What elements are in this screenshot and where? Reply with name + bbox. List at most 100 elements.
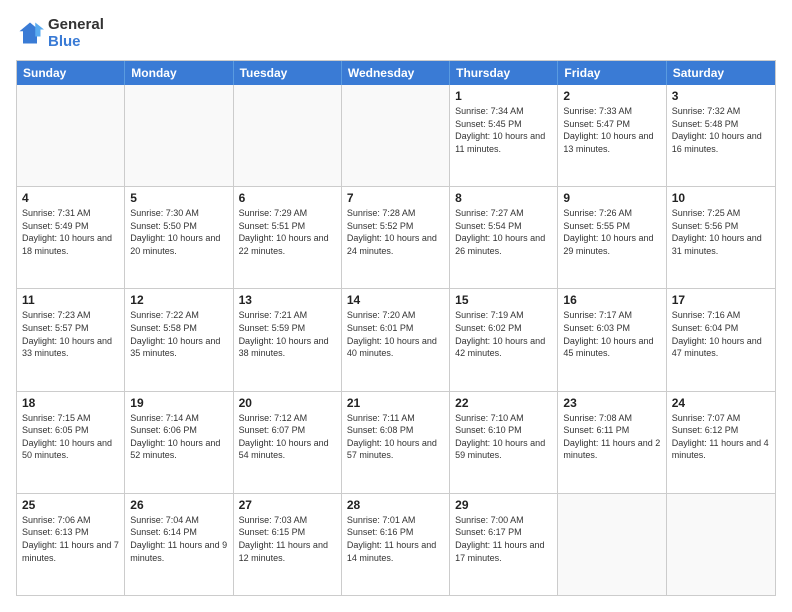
calendar-cell: 7 Sunrise: 7:28 AMSunset: 5:52 PMDaylight… xyxy=(342,187,450,288)
day-number: 2 xyxy=(563,89,660,103)
calendar-cell xyxy=(234,85,342,186)
day-number: 3 xyxy=(672,89,770,103)
calendar-header-cell: Friday xyxy=(558,61,666,85)
day-number: 26 xyxy=(130,498,227,512)
day-info: Sunrise: 7:23 AMSunset: 5:57 PMDaylight:… xyxy=(22,309,119,359)
day-number: 25 xyxy=(22,498,119,512)
day-number: 10 xyxy=(672,191,770,205)
calendar-cell xyxy=(667,494,775,595)
calendar-cell: 11 Sunrise: 7:23 AMSunset: 5:57 PMDayligh… xyxy=(17,289,125,390)
calendar-week: 25 Sunrise: 7:06 AMSunset: 6:13 PMDayligh… xyxy=(17,494,775,595)
day-number: 29 xyxy=(455,498,552,512)
day-number: 22 xyxy=(455,396,552,410)
calendar-cell: 2 Sunrise: 7:33 AMSunset: 5:47 PMDaylight… xyxy=(558,85,666,186)
calendar-header-cell: Saturday xyxy=(667,61,775,85)
day-number: 8 xyxy=(455,191,552,205)
calendar-cell: 16 Sunrise: 7:17 AMSunset: 6:03 PMDayligh… xyxy=(558,289,666,390)
calendar-cell: 12Sunrise: 7:22 AMSunset: 5:58 PMDayligh… xyxy=(125,289,233,390)
calendar-header-cell: Sunday xyxy=(17,61,125,85)
calendar-cell: 6 Sunrise: 7:29 AMSunset: 5:51 PMDaylight… xyxy=(234,187,342,288)
calendar-cell: 8 Sunrise: 7:27 AMSunset: 5:54 PMDaylight… xyxy=(450,187,558,288)
day-number: 13 xyxy=(239,293,336,307)
day-info: Sunrise: 7:34 AMSunset: 5:45 PMDaylight:… xyxy=(455,105,552,155)
calendar-header-cell: Tuesday xyxy=(234,61,342,85)
calendar-week: 11 Sunrise: 7:23 AMSunset: 5:57 PMDayligh… xyxy=(17,289,775,391)
calendar-cell xyxy=(342,85,450,186)
header: General Blue xyxy=(16,16,776,50)
calendar-cell: 21Sunrise: 7:11 AMSunset: 6:08 PMDayligh… xyxy=(342,392,450,493)
day-number: 19 xyxy=(130,396,227,410)
day-number: 18 xyxy=(22,396,119,410)
day-info: Sunrise: 7:08 AMSunset: 6:11 PMDaylight:… xyxy=(563,412,660,462)
calendar-cell: 23 Sunrise: 7:08 AMSunset: 6:11 PMDayligh… xyxy=(558,392,666,493)
calendar-cell: 25 Sunrise: 7:06 AMSunset: 6:13 PMDayligh… xyxy=(17,494,125,595)
logo-icon xyxy=(16,19,44,47)
day-number: 5 xyxy=(130,191,227,205)
day-number: 4 xyxy=(22,191,119,205)
day-number: 6 xyxy=(239,191,336,205)
calendar-cell: 22Sunrise: 7:10 AMSunset: 6:10 PMDayligh… xyxy=(450,392,558,493)
day-info: Sunrise: 7:21 AMSunset: 5:59 PMDaylight:… xyxy=(239,309,336,359)
logo-text: General Blue xyxy=(48,16,104,50)
day-info: Sunrise: 7:12 AMSunset: 6:07 PMDaylight:… xyxy=(239,412,336,462)
day-info: Sunrise: 7:14 AMSunset: 6:06 PMDaylight:… xyxy=(130,412,227,462)
day-number: 24 xyxy=(672,396,770,410)
day-number: 28 xyxy=(347,498,444,512)
day-info: Sunrise: 7:00 AMSunset: 6:17 PMDaylight:… xyxy=(455,514,552,564)
day-info: Sunrise: 7:15 AMSunset: 6:05 PMDaylight:… xyxy=(22,412,119,462)
calendar-cell: 24 Sunrise: 7:07 AMSunset: 6:12 PMDayligh… xyxy=(667,392,775,493)
day-info: Sunrise: 7:26 AMSunset: 5:55 PMDaylight:… xyxy=(563,207,660,257)
day-number: 20 xyxy=(239,396,336,410)
calendar-cell: 3Sunrise: 7:32 AMSunset: 5:48 PMDaylight… xyxy=(667,85,775,186)
logo: General Blue xyxy=(16,16,104,50)
calendar-header-cell: Wednesday xyxy=(342,61,450,85)
day-info: Sunrise: 7:33 AMSunset: 5:47 PMDaylight:… xyxy=(563,105,660,155)
day-info: Sunrise: 7:30 AMSunset: 5:50 PMDaylight:… xyxy=(130,207,227,257)
calendar-cell: 26 Sunrise: 7:04 AMSunset: 6:14 PMDayligh… xyxy=(125,494,233,595)
calendar-week: 4 Sunrise: 7:31 AMSunset: 5:49 PMDaylight… xyxy=(17,187,775,289)
day-info: Sunrise: 7:31 AMSunset: 5:49 PMDaylight:… xyxy=(22,207,119,257)
day-info: Sunrise: 7:25 AMSunset: 5:56 PMDaylight:… xyxy=(672,207,770,257)
day-number: 9 xyxy=(563,191,660,205)
calendar-cell: 20 Sunrise: 7:12 AMSunset: 6:07 PMDayligh… xyxy=(234,392,342,493)
day-info: Sunrise: 7:29 AMSunset: 5:51 PMDaylight:… xyxy=(239,207,336,257)
calendar-cell: 18 Sunrise: 7:15 AMSunset: 6:05 PMDayligh… xyxy=(17,392,125,493)
day-info: Sunrise: 7:01 AMSunset: 6:16 PMDaylight:… xyxy=(347,514,444,564)
day-info: Sunrise: 7:04 AMSunset: 6:14 PMDaylight:… xyxy=(130,514,227,564)
calendar-cell: 5 Sunrise: 7:30 AMSunset: 5:50 PMDaylight… xyxy=(125,187,233,288)
calendar-cell: 10 Sunrise: 7:25 AMSunset: 5:56 PMDayligh… xyxy=(667,187,775,288)
day-number: 16 xyxy=(563,293,660,307)
day-number: 11 xyxy=(22,293,119,307)
calendar-cell: 4 Sunrise: 7:31 AMSunset: 5:49 PMDaylight… xyxy=(17,187,125,288)
calendar-body: 1 Sunrise: 7:34 AMSunset: 5:45 PMDaylight… xyxy=(17,85,775,595)
calendar-cell: 14Sunrise: 7:20 AMSunset: 6:01 PMDayligh… xyxy=(342,289,450,390)
calendar-cell: 28 Sunrise: 7:01 AMSunset: 6:16 PMDayligh… xyxy=(342,494,450,595)
calendar-header-cell: Monday xyxy=(125,61,233,85)
calendar-cell xyxy=(17,85,125,186)
calendar-header: SundayMondayTuesdayWednesdayThursdayFrid… xyxy=(17,61,775,85)
calendar-cell: 13 Sunrise: 7:21 AMSunset: 5:59 PMDayligh… xyxy=(234,289,342,390)
day-info: Sunrise: 7:19 AMSunset: 6:02 PMDaylight:… xyxy=(455,309,552,359)
day-number: 23 xyxy=(563,396,660,410)
day-info: Sunrise: 7:17 AMSunset: 6:03 PMDaylight:… xyxy=(563,309,660,359)
day-number: 15 xyxy=(455,293,552,307)
day-number: 12 xyxy=(130,293,227,307)
calendar-cell xyxy=(125,85,233,186)
day-info: Sunrise: 7:27 AMSunset: 5:54 PMDaylight:… xyxy=(455,207,552,257)
calendar-week: 1 Sunrise: 7:34 AMSunset: 5:45 PMDaylight… xyxy=(17,85,775,187)
day-number: 7 xyxy=(347,191,444,205)
day-info: Sunrise: 7:03 AMSunset: 6:15 PMDaylight:… xyxy=(239,514,336,564)
page: General Blue SundayMondayTuesdayWednesda… xyxy=(0,0,792,612)
day-info: Sunrise: 7:11 AMSunset: 6:08 PMDaylight:… xyxy=(347,412,444,462)
day-number: 1 xyxy=(455,89,552,103)
day-info: Sunrise: 7:07 AMSunset: 6:12 PMDaylight:… xyxy=(672,412,770,462)
calendar-cell: 17 Sunrise: 7:16 AMSunset: 6:04 PMDayligh… xyxy=(667,289,775,390)
day-info: Sunrise: 7:06 AMSunset: 6:13 PMDaylight:… xyxy=(22,514,119,564)
calendar-cell: 19 Sunrise: 7:14 AMSunset: 6:06 PMDayligh… xyxy=(125,392,233,493)
calendar-cell xyxy=(558,494,666,595)
day-number: 27 xyxy=(239,498,336,512)
day-info: Sunrise: 7:16 AMSunset: 6:04 PMDaylight:… xyxy=(672,309,770,359)
day-number: 17 xyxy=(672,293,770,307)
day-info: Sunrise: 7:28 AMSunset: 5:52 PMDaylight:… xyxy=(347,207,444,257)
day-info: Sunrise: 7:20 AMSunset: 6:01 PMDaylight:… xyxy=(347,309,444,359)
